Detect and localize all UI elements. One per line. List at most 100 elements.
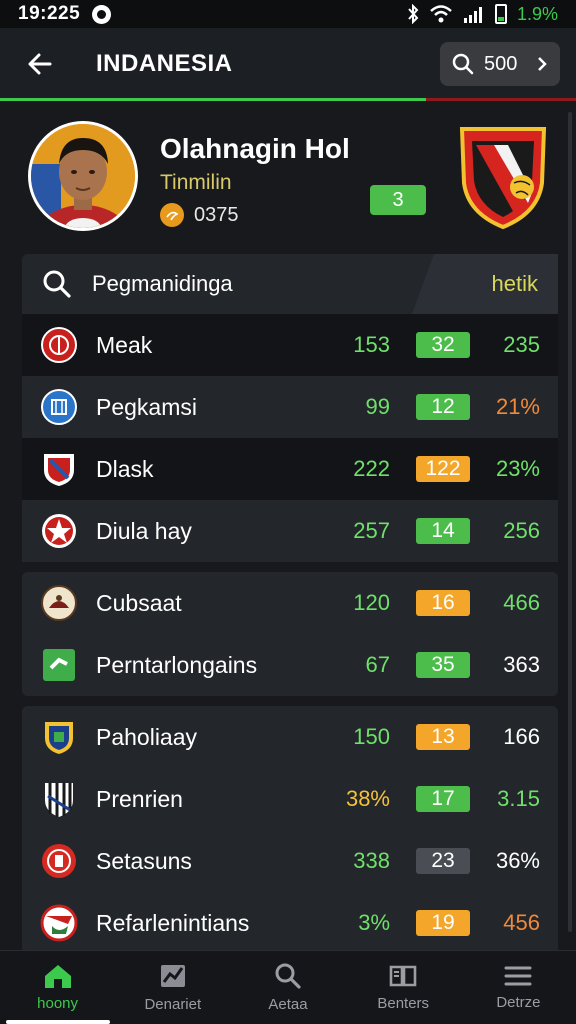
nav-denariet-label: Denariet [144,996,202,1013]
stat-value-3: 36% [495,848,540,873]
team-name: Diula hay [96,517,192,544]
stat-badge: 23 [416,848,470,874]
standings-list: Pegmanidinga hetik Meak 153 32 235 Pegkamsi 9… [22,254,558,954]
nav-denariet[interactable]: Denariet [115,951,230,1024]
search-button[interactable]: 500 [440,42,560,86]
coin-icon [160,203,184,227]
stat-badge: 12 [416,394,470,420]
back-button[interactable] [12,36,68,92]
team-name: Setasuns [96,847,192,874]
team-name: Dlask [96,455,154,482]
stat-value-3: 363 [503,652,540,677]
stat-value-1: 38% [345,786,390,811]
nav-benters[interactable]: Benters [346,951,461,1024]
page-title: INDANESIA [96,50,233,77]
scrollbar[interactable] [568,112,572,932]
nav-active-indicator [6,1020,110,1024]
bottom-nav: hoony Denariet Aetaa Benters Detrze [0,950,576,1024]
crest-blue-circle-icon [41,389,77,425]
team-name: Meak [96,331,153,358]
crest-green-square-icon [43,649,75,681]
avatar[interactable] [28,121,138,231]
stat-value-3: 456 [503,910,540,935]
stat-value-3: 21% [495,394,540,419]
stat-badge: 122 [416,456,470,482]
search-value: 500 [484,52,518,75]
battery-icon [494,4,507,24]
stat-value-3: 235 [503,332,540,357]
stat-value-3: 466 [503,590,540,615]
stat-badge: 35 [416,652,470,678]
player-profile: Olahnagin Hol Tinmilin 0375 3 [0,101,576,251]
search-icon[interactable] [42,269,72,299]
status-bar: 19:225 1.9% [0,0,576,28]
stat-badge: 14 [416,518,470,544]
stat-value-1: 120 [353,590,390,615]
tab-hetik[interactable]: hetik [412,254,558,314]
stat-badge: 16 [416,590,470,616]
player-subtitle: Tinmilin [160,171,232,194]
notification-icon [92,4,112,24]
list-row[interactable]: Setasuns 338 23 36% [22,830,558,892]
book-icon [389,965,417,987]
crest-red-star-icon [42,514,76,548]
status-time: 19:225 [18,3,81,24]
stat-value-1: 150 [353,724,390,749]
stat-value-1: 222 [353,456,390,481]
stat-value-1: 257 [353,518,390,543]
stat-value-1: 99 [365,394,390,419]
nav-aetaa[interactable]: Aetaa [230,951,345,1024]
nav-home[interactable]: hoony [0,951,115,1024]
list-header: Pegmanidinga hetik [22,254,558,314]
list-row[interactable]: Cubsaat 120 16 466 [22,572,558,634]
list-row[interactable]: Pegkamsi 99 12 21% [22,376,558,438]
stat-value-1: 3% [358,910,390,935]
stat-badge: 19 [416,910,470,936]
stat-value-3: 256 [503,518,540,543]
list-row[interactable]: Refarlenintians 3% 19 456 [22,892,558,954]
crest-blue-shield-icon [45,722,73,754]
crest-red-shield-icon [44,454,74,486]
list-row[interactable]: Paholiaay 150 13 166 [22,706,558,768]
wifi-icon [430,5,452,23]
bluetooth-icon [408,4,419,24]
crest-red-circle-icon [41,327,77,363]
player-coins: 0375 [160,203,239,227]
team-name: Refarlenintians [96,909,250,936]
crest-striped-shield-icon [45,783,73,817]
nav-aetaa-label: Aetaa [268,996,308,1013]
menu-icon [504,966,532,986]
top-app-bar: INDANESIA 500 [0,28,576,100]
stat-value-1: 338 [353,848,390,873]
home-icon [44,965,71,988]
list-row[interactable]: Perntarlongains 67 35 363 [22,634,558,696]
team-name: Prenrien [96,785,183,812]
team-name: Pegkamsi [96,393,197,420]
list-row[interactable]: Dlask 222 122 23% [22,438,558,500]
arrow-left-icon [28,53,52,75]
crest-red-circle-2-icon [42,844,76,878]
stat-badge: 32 [416,332,470,358]
player-badge: 3 [370,185,426,215]
coins-value: 0375 [194,203,239,226]
crest-red-white-circle-icon [40,904,78,942]
nav-detrze[interactable]: Detrze [461,951,576,1024]
nav-detrze-label: Detrze [496,994,541,1011]
stat-value-3: 3.15 [497,786,540,811]
stat-badge: 17 [416,786,470,812]
club-crest-icon [459,127,547,230]
stat-value-1: 153 [353,332,390,357]
chart-icon [160,965,185,987]
stat-value-3: 166 [503,724,540,749]
team-name: Cubsaat [96,589,182,616]
chevron-right-icon [538,57,547,71]
player-name: Olahnagin Hol [160,133,350,164]
list-row[interactable]: Diula hay 257 14 256 [22,500,558,562]
search-icon [275,963,301,989]
list-row[interactable]: Meak 153 32 235 [22,314,558,376]
team-name: Paholiaay [96,723,198,750]
list-row[interactable]: Prenrien 38% 17 3.15 [22,768,558,830]
stat-value-1: 67 [365,652,390,677]
nav-benters-label: Benters [377,995,430,1012]
signal-icon [463,7,482,23]
